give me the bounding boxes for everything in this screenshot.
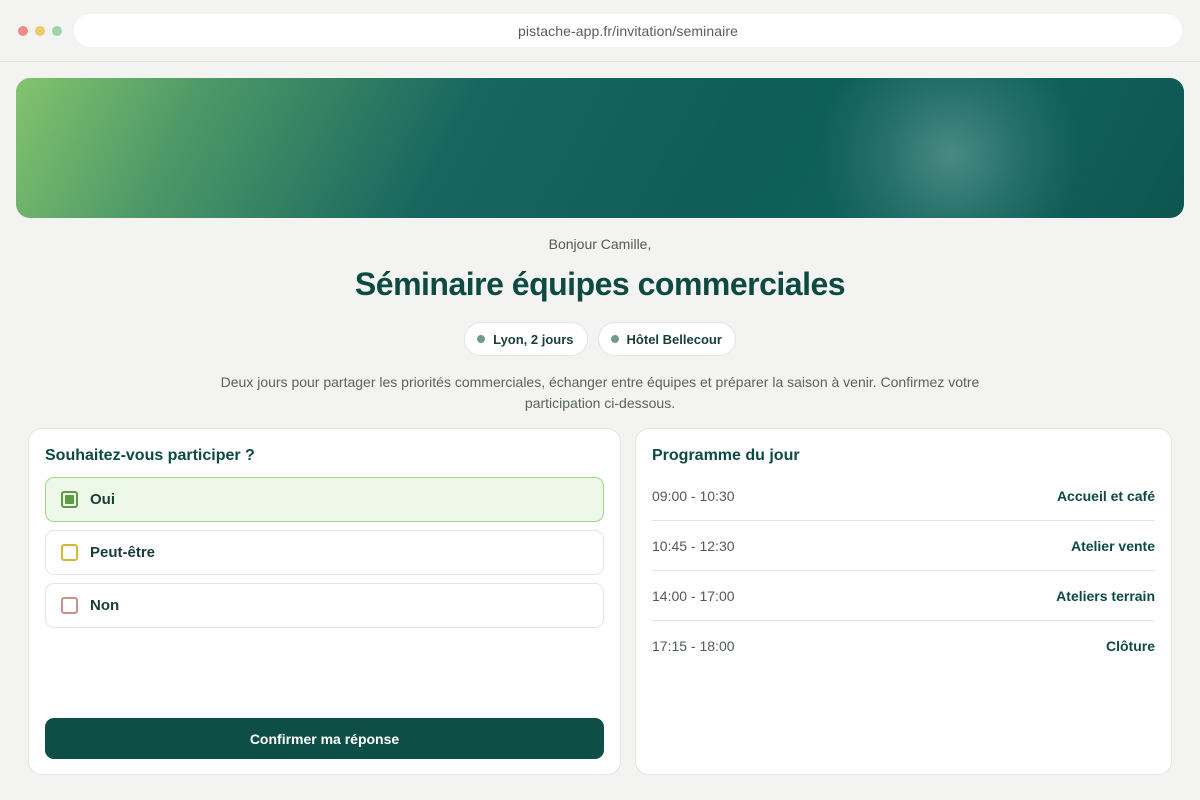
schedule-time: 17:15 - 18:00 [652, 638, 735, 654]
schedule-activity: Accueil et café [1056, 487, 1155, 504]
rsvp-option-maybe[interactable]: Peut-être [45, 530, 604, 575]
schedule-time: 14:00 - 17:00 [652, 587, 735, 604]
event-description: Deux jours pour partager les priorités c… [220, 374, 980, 411]
maximize-window-dot[interactable] [52, 26, 62, 36]
program-heading: Programme du jour [652, 447, 800, 464]
browser-bar: pistache-app.fr/invitation/seminaire [0, 0, 1200, 62]
option-label: Peut-être [90, 544, 156, 561]
close-window-dot[interactable] [18, 26, 28, 36]
chip-label: Lyon, 2 jours [493, 331, 574, 347]
schedule-activity: Clôture [1106, 638, 1155, 654]
schedule-activity: Atelier vente [1070, 537, 1155, 554]
minimize-window-dot[interactable] [35, 26, 45, 36]
address-bar[interactable]: pistache-app.fr/invitation/seminaire [74, 14, 1182, 47]
schedule-row: 09:00 - 10:30 Accueil et café [652, 471, 1155, 521]
schedule-time: 10:45 - 12:30 [652, 537, 735, 554]
schedule-row: 17:15 - 18:00 Clôture [652, 621, 1155, 671]
confirm-button[interactable]: Confirmer ma réponse [45, 718, 604, 759]
rsvp-heading: Souhaitez-vous participer ? [45, 447, 255, 464]
schedule-row: 14:00 - 17:00 Ateliers terrain [652, 571, 1155, 621]
option-label: Oui [90, 491, 115, 508]
program-card: Programme du jour 09:00 - 10:30 Accueil … [635, 428, 1172, 775]
schedule-time: 09:00 - 10:30 [652, 487, 735, 504]
event-info-chips: Lyon, 2 jours Hôtel Bellecour [0, 322, 1200, 356]
venue-chip: Hôtel Bellecour [597, 322, 736, 356]
dot-icon [477, 335, 486, 343]
option-label: Non [90, 597, 120, 614]
rsvp-option-no[interactable]: Non [45, 583, 604, 628]
schedule-activity: Ateliers terrain [1056, 587, 1155, 604]
location-chip: Lyon, 2 jours [464, 322, 588, 356]
checkbox-checked-icon [61, 491, 78, 508]
hero-banner [16, 78, 1184, 218]
checkbox-icon [61, 544, 78, 561]
schedule-row: 10:45 - 12:30 Atelier vente [652, 521, 1155, 571]
checkbox-icon [61, 597, 78, 614]
page-title: Séminaire équipes commerciales [354, 266, 846, 302]
greeting-text: Bonjour Camille, [548, 236, 652, 252]
rsvp-card: Souhaitez-vous participer ? Oui Peut-êtr… [28, 428, 621, 775]
chip-label: Hôtel Bellecour [626, 331, 722, 347]
rsvp-option-yes[interactable]: Oui [45, 477, 604, 522]
dot-icon [610, 335, 619, 343]
